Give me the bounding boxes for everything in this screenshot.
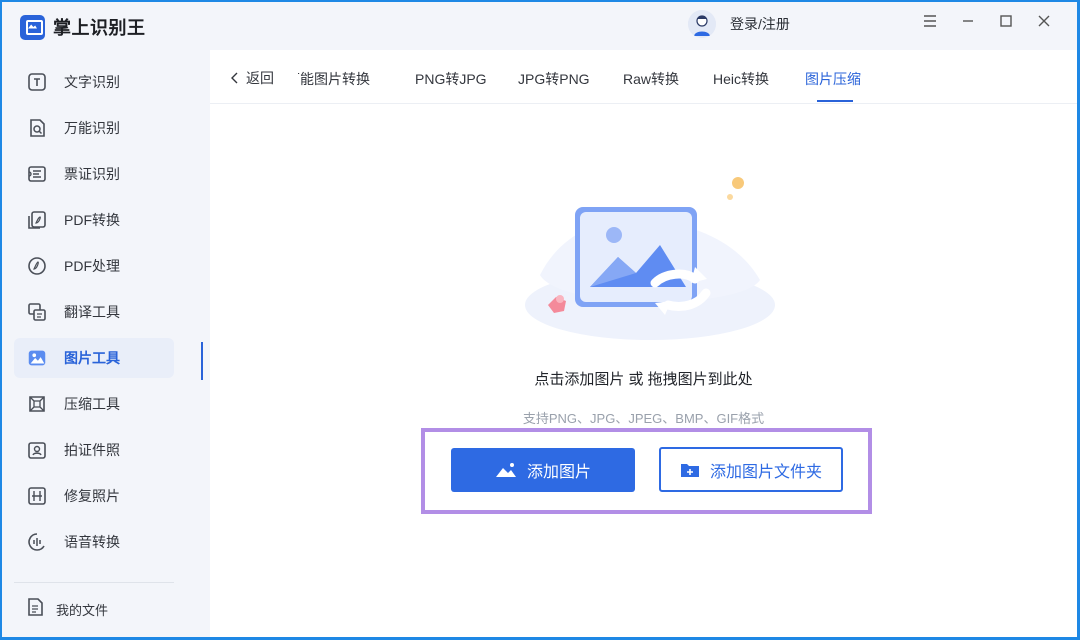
upload-illustration xyxy=(520,175,780,345)
sidebar-item-label: 图片工具 xyxy=(64,350,120,366)
sidebar-item-label: PDF处理 xyxy=(64,258,120,274)
sidebar-item-label: 拍证件照 xyxy=(64,442,120,458)
sidebar-item-label: 压缩工具 xyxy=(64,396,120,412)
sidebar-item-label: 文字识别 xyxy=(64,74,120,90)
sidebar-item-universal-recognition[interactable]: 万能识别 xyxy=(14,108,174,148)
id-photo-icon xyxy=(26,439,48,461)
translate-icon xyxy=(26,301,48,323)
sidebar-item-text-recognition[interactable]: 文字识别 xyxy=(14,62,174,102)
back-label: 返回 xyxy=(246,70,274,86)
maximize-icon xyxy=(1000,14,1012,32)
pdf-process-icon xyxy=(26,255,48,277)
app-logo-icon xyxy=(20,14,45,40)
universal-scan-icon xyxy=(26,117,48,139)
close-icon xyxy=(1038,14,1050,32)
window-controls xyxy=(911,12,1063,34)
image-icon xyxy=(495,462,517,478)
close-button[interactable] xyxy=(1025,12,1063,34)
avatar[interactable] xyxy=(688,10,716,38)
sidebar-item-label: 翻译工具 xyxy=(64,304,120,320)
tab-png-to-jpg[interactable]: PNG转JPG xyxy=(415,69,487,89)
sidebar-item-repair-photo[interactable]: 修复照片 xyxy=(14,476,174,516)
sidebar-item-id-photo[interactable]: 拍证件照 xyxy=(14,430,174,470)
login-register-link[interactable]: 登录/注册 xyxy=(730,14,790,34)
tab-heic-convert[interactable]: Heic转换 xyxy=(713,69,769,89)
title-bar: 登录/注册 xyxy=(202,2,1077,50)
app-title: 掌上识别王 xyxy=(53,18,146,38)
add-folder-button[interactable]: 添加图片文件夹 xyxy=(659,447,843,492)
sidebar-item-pdf-convert[interactable]: PDF转换 xyxy=(14,200,174,240)
back-button[interactable]: 返回 xyxy=(230,68,274,88)
sidebar-item-label: 修复照片 xyxy=(64,488,120,504)
menu-button[interactable] xyxy=(911,12,949,34)
minimize-button[interactable] xyxy=(949,12,987,34)
tab-universal-image-convert[interactable]: 万能图片转换 xyxy=(298,69,370,89)
sidebar-item-translate[interactable]: 翻译工具 xyxy=(14,292,174,332)
sidebar: 掌上识别王 文字识别 万能识别 票证识别 PDF转换 PDF处理 翻译工具 图片… xyxy=(2,2,202,637)
tabs-scroll: 万能图片转换 PNG转JPG JPG转PNG Raw转换 Heic转换 图片压缩 xyxy=(298,50,1077,104)
add-folder-label: 添加图片文件夹 xyxy=(709,463,822,481)
sidebar-item-voice[interactable]: 语音转换 xyxy=(14,522,174,562)
sidebar-item-ticket-recognition[interactable]: 票证识别 xyxy=(14,154,174,194)
tab-image-compress[interactable]: 图片压缩 xyxy=(805,69,861,89)
repair-photo-icon xyxy=(26,485,48,507)
my-files-label: 我的文件 xyxy=(56,603,109,618)
sidebar-item-label: 票证识别 xyxy=(64,166,120,182)
main-content: 返回 万能图片转换 PNG转JPG JPG转PNG Raw转换 Heic转换 图… xyxy=(210,50,1077,637)
tab-raw-convert[interactable]: Raw转换 xyxy=(623,69,679,89)
maximize-button[interactable] xyxy=(987,12,1025,34)
hamburger-icon xyxy=(923,14,937,32)
sidebar-divider xyxy=(14,582,174,583)
sidebar-item-image-tools[interactable]: 图片工具 xyxy=(14,338,174,378)
supported-formats-text: 支持PNG、JPG、JPEG、BMP、GIF格式 xyxy=(522,411,765,426)
sidebar-item-pdf-process[interactable]: PDF处理 xyxy=(14,246,174,286)
sidebar-active-indicator xyxy=(201,342,203,380)
add-image-label: 添加图片 xyxy=(526,464,591,481)
pdf-convert-icon xyxy=(26,209,48,231)
login-area[interactable]: 登录/注册 xyxy=(688,10,790,38)
voice-icon xyxy=(26,531,48,553)
app-window: 掌上识别王 文字识别 万能识别 票证识别 PDF转换 PDF处理 翻译工具 图片… xyxy=(2,2,1077,637)
sidebar-item-my-files[interactable]: 我的文件 xyxy=(24,596,108,623)
active-tab-underline xyxy=(817,100,853,102)
tool-tabs: 返回 万能图片转换 PNG转JPG JPG转PNG Raw转换 Heic转换 图… xyxy=(210,50,1077,104)
ticket-icon xyxy=(26,163,48,185)
add-image-button[interactable]: 添加图片 xyxy=(451,448,635,492)
document-icon xyxy=(24,596,46,623)
sidebar-item-compress[interactable]: 压缩工具 xyxy=(14,384,174,424)
drop-zone-title: 点击添加图片 或 拖拽图片到此处 xyxy=(534,371,753,388)
tab-jpg-to-png[interactable]: JPG转PNG xyxy=(518,69,590,89)
compress-icon xyxy=(26,393,48,415)
sidebar-item-label: PDF转换 xyxy=(64,212,120,228)
text-scan-icon xyxy=(26,71,48,93)
chevron-left-icon xyxy=(230,72,238,84)
folder-add-icon xyxy=(680,462,700,478)
sidebar-item-label: 语音转换 xyxy=(64,534,120,550)
sidebar-nav: 文字识别 万能识别 票证识别 PDF转换 PDF处理 翻译工具 图片工具 压缩工… xyxy=(14,62,174,568)
app-logo: 掌上识别王 xyxy=(20,14,146,40)
minimize-icon xyxy=(962,14,974,32)
image-tools-icon xyxy=(26,347,48,369)
sidebar-item-label: 万能识别 xyxy=(64,120,120,136)
